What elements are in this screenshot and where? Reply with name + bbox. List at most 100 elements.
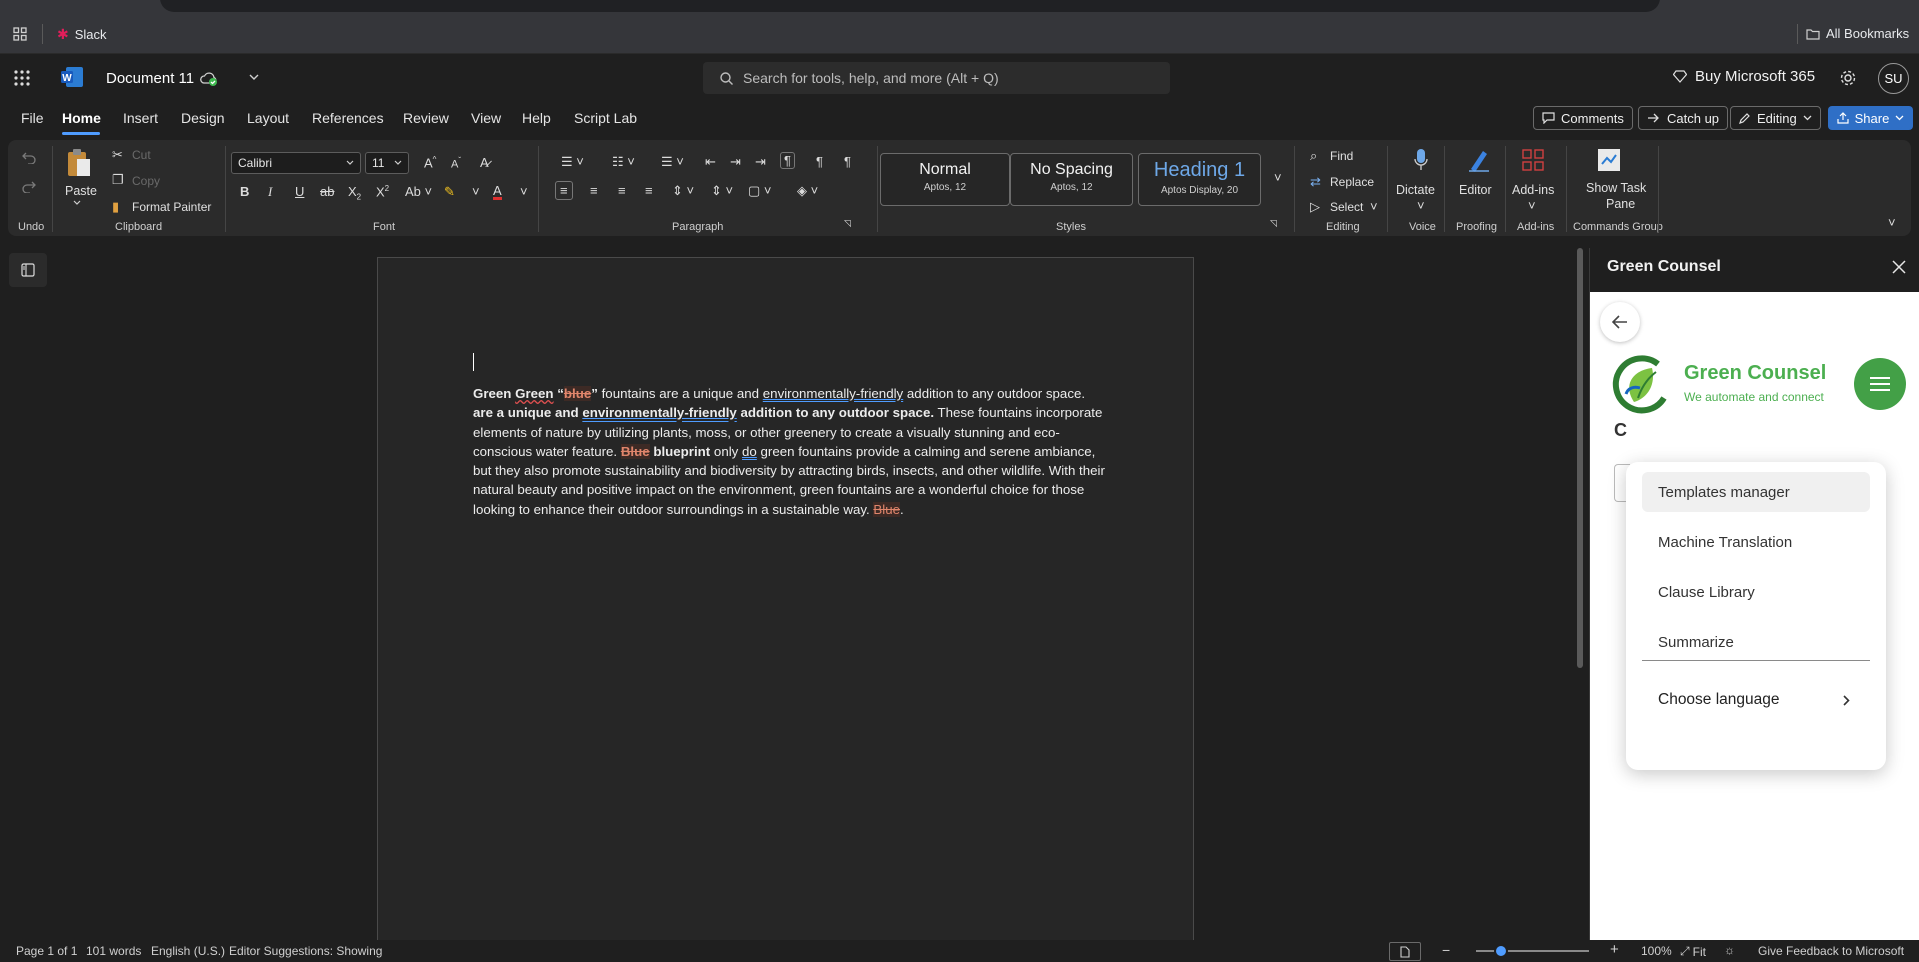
fit-button[interactable]: ⤢ Fit bbox=[1680, 944, 1706, 959]
catch-up-button[interactable]: Catch up bbox=[1638, 106, 1729, 130]
change-case-icon[interactable]: Ab ˅ bbox=[405, 184, 432, 199]
share-button[interactable]: Share bbox=[1828, 106, 1913, 130]
zoom-out-icon[interactable]: − bbox=[1442, 942, 1450, 958]
document-page[interactable] bbox=[377, 257, 1194, 962]
avatar[interactable]: SU bbox=[1878, 63, 1909, 94]
paragraph-spacing-icon[interactable]: ⇕ ˅ bbox=[711, 183, 733, 199]
copy-button[interactable]: Copy bbox=[132, 174, 160, 188]
comments-button[interactable]: Comments bbox=[1533, 106, 1633, 130]
shading-icon[interactable]: ◈ ˅ bbox=[797, 183, 818, 199]
addins-button[interactable]: Add-ins bbox=[1512, 183, 1554, 197]
search-input[interactable]: Search for tools, help, and more (Alt + … bbox=[703, 62, 1170, 94]
dictate-button[interactable]: Dictate bbox=[1396, 183, 1435, 197]
styles-more-chevron-icon[interactable]: ˅ bbox=[1274, 170, 1282, 185]
word-logo-icon[interactable]: W bbox=[61, 67, 83, 87]
rtl-paragraph-icon[interactable]: ¶ bbox=[816, 154, 823, 169]
styles-dialog-launcher-icon[interactable]: ◹ bbox=[1270, 218, 1277, 229]
align-left-icon[interactable]: ≡ bbox=[555, 181, 573, 200]
deleted-revision[interactable]: Blue bbox=[873, 501, 901, 517]
feedback-link[interactable]: Give Feedback to Microsoft bbox=[1758, 944, 1904, 958]
tab-help[interactable]: Help bbox=[522, 110, 551, 126]
paste-clipboard-icon[interactable] bbox=[66, 148, 92, 178]
hamburger-menu-button[interactable] bbox=[1854, 358, 1906, 410]
align-center-icon[interactable]: ≡ bbox=[590, 183, 598, 198]
deleted-revision[interactable]: Blue bbox=[620, 443, 650, 459]
collapse-ribbon-chevron-icon[interactable]: ˅ bbox=[1888, 215, 1896, 230]
style-normal[interactable]: Normal Aptos, 12 bbox=[880, 153, 1010, 206]
increase-indent-icon[interactable]: ⇥ bbox=[730, 154, 741, 170]
word-count[interactable]: 101 words bbox=[86, 944, 141, 958]
align-right-icon[interactable]: ≡ bbox=[618, 183, 626, 198]
document-title[interactable]: Document 11 bbox=[106, 70, 194, 87]
print-layout-button[interactable] bbox=[1389, 942, 1421, 961]
zoom-slider-thumb[interactable] bbox=[1494, 944, 1508, 958]
settings-gear-icon[interactable] bbox=[1839, 69, 1857, 87]
editing-mode-button[interactable]: Editing bbox=[1730, 106, 1821, 130]
navigation-pane-button[interactable] bbox=[9, 253, 47, 287]
show-marks-icon[interactable]: ¶ bbox=[844, 154, 851, 169]
menu-item-choose-language[interactable]: Choose language bbox=[1642, 680, 1870, 720]
language-status[interactable]: English (U.S.) bbox=[151, 944, 225, 958]
document-body[interactable]: Green Green “blue” fountains are a uniqu… bbox=[473, 384, 1108, 519]
bookmark-slack[interactable]: ✱ Slack bbox=[57, 26, 107, 43]
replace-button[interactable]: Replace bbox=[1330, 175, 1374, 189]
style-no-spacing[interactable]: No Spacing Aptos, 12 bbox=[1010, 153, 1133, 206]
chevron-down-icon[interactable]: ˅ bbox=[472, 184, 480, 199]
menu-item-templates-manager[interactable]: Templates manager bbox=[1642, 472, 1870, 512]
chevron-down-icon[interactable]: ˅ bbox=[1417, 198, 1425, 213]
tab-insert[interactable]: Insert bbox=[123, 110, 158, 126]
borders-icon[interactable]: ▢ ˅ bbox=[748, 183, 772, 199]
editor-button[interactable]: Editor bbox=[1459, 183, 1492, 197]
app-launcher-icon[interactable] bbox=[14, 70, 30, 86]
superscript-icon[interactable]: X2 bbox=[376, 184, 389, 199]
menu-item-machine-translation[interactable]: Machine Translation bbox=[1642, 522, 1870, 562]
bold-icon[interactable]: B bbox=[240, 184, 249, 199]
decrease-font-size-icon[interactable]: Aˇ bbox=[451, 156, 461, 171]
multilevel-list-icon[interactable]: ☰ ˅ bbox=[661, 154, 684, 170]
bullets-icon[interactable]: ☰ ˅ bbox=[561, 154, 584, 170]
decrease-indent-icon[interactable]: ⇤ bbox=[705, 154, 716, 170]
style-heading-1[interactable]: Heading 1 Aptos Display, 20 bbox=[1138, 153, 1261, 206]
chevron-down-icon[interactable]: ˅ bbox=[1370, 199, 1378, 214]
all-bookmarks[interactable]: All Bookmarks bbox=[1806, 26, 1909, 41]
tab-design[interactable]: Design bbox=[181, 110, 225, 126]
font-color-icon[interactable]: A bbox=[493, 184, 502, 200]
paste-button[interactable]: Paste bbox=[65, 184, 97, 198]
tab-review[interactable]: Review bbox=[403, 110, 449, 126]
increase-font-size-icon[interactable]: A^ bbox=[424, 155, 436, 170]
cut-button[interactable]: Cut bbox=[132, 148, 151, 162]
chevron-down-icon[interactable]: ˅ bbox=[1528, 198, 1536, 213]
select-button[interactable]: Select bbox=[1330, 200, 1363, 214]
font-size-dropdown[interactable]: 11 bbox=[365, 152, 409, 174]
undo-icon[interactable] bbox=[22, 152, 36, 164]
show-task-pane-button[interactable]: Show Task bbox=[1586, 181, 1646, 195]
page-count[interactable]: Page 1 of 1 bbox=[16, 944, 77, 958]
vertical-scrollbar[interactable] bbox=[1577, 248, 1583, 668]
menu-item-clause-library[interactable]: Clause Library bbox=[1642, 572, 1870, 612]
numbering-icon[interactable]: ☷ ˅ bbox=[612, 154, 635, 170]
line-spacing-icon[interactable]: ⇕ ˅ bbox=[672, 183, 694, 199]
zoom-slider[interactable] bbox=[1476, 950, 1589, 952]
buy-microsoft-365-button[interactable]: Buy Microsoft 365 bbox=[1695, 68, 1815, 85]
chevron-down-icon[interactable] bbox=[249, 73, 259, 81]
indent-icon[interactable]: ⇥ bbox=[755, 154, 766, 170]
zoom-level[interactable]: 100% bbox=[1641, 944, 1672, 958]
editor-suggestions-status[interactable]: Editor Suggestions: Showing bbox=[229, 944, 382, 958]
highlight-icon[interactable]: ✎ bbox=[444, 184, 455, 200]
close-icon[interactable] bbox=[1892, 260, 1906, 274]
chevron-down-icon[interactable] bbox=[73, 200, 81, 206]
tab-script-lab[interactable]: Script Lab bbox=[574, 110, 637, 126]
tab-file[interactable]: File bbox=[21, 110, 44, 126]
apps-grid-icon[interactable] bbox=[13, 27, 27, 41]
paragraph-dialog-launcher-icon[interactable]: ◹ bbox=[844, 218, 851, 229]
justify-icon[interactable]: ≡ bbox=[645, 183, 653, 198]
address-bar[interactable] bbox=[160, 0, 1660, 12]
underline-icon[interactable]: U bbox=[295, 184, 304, 199]
tab-layout[interactable]: Layout bbox=[247, 110, 289, 126]
tab-home[interactable]: Home bbox=[62, 110, 101, 126]
brightness-icon[interactable]: ☼ bbox=[1724, 943, 1735, 957]
chevron-down-icon[interactable]: ˅ bbox=[520, 184, 528, 199]
menu-item-summarize[interactable]: Summarize bbox=[1642, 622, 1870, 662]
find-button[interactable]: Find bbox=[1330, 149, 1353, 163]
format-painter-button[interactable]: Format Painter bbox=[132, 200, 211, 214]
